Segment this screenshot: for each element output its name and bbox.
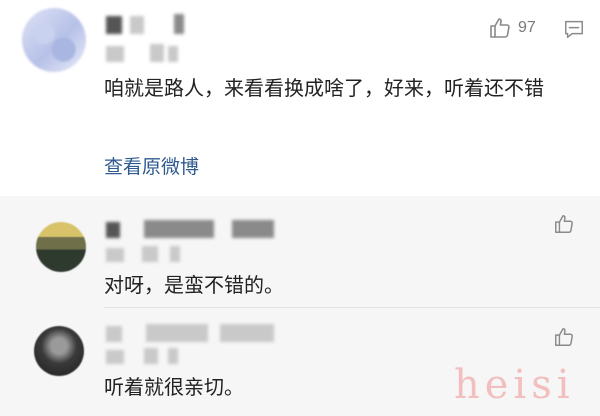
main-comment: 97 咱就是路人，来看看换成啥了，好来，听着还不错 查看原微博: [0, 0, 600, 196]
meta-blurred: [168, 46, 178, 62]
username-blurred: [146, 324, 208, 342]
thumbs-up-icon: [488, 16, 512, 40]
meta-blurred: [144, 348, 158, 364]
divider: [104, 307, 600, 308]
username-blurred: [232, 220, 274, 238]
username-blurred: [220, 324, 274, 342]
meta-blurred: [168, 348, 178, 364]
avatar[interactable]: [22, 8, 86, 72]
reply-text: 听着就很亲切。: [104, 375, 244, 399]
avatar[interactable]: [34, 326, 84, 376]
meta-blurred: [170, 246, 180, 262]
thumbs-up-icon[interactable]: [553, 213, 575, 235]
meta-blurred: [106, 248, 124, 262]
like-count: 97: [518, 19, 536, 36]
username-blurred[interactable]: [106, 326, 122, 342]
meta-blurred: [106, 46, 124, 62]
view-original-weibo-link[interactable]: 查看原微博: [104, 152, 199, 179]
username-blurred: [174, 14, 184, 34]
reply-text: 对呀，是蛮不错的。: [104, 273, 284, 297]
comment-text: 咱就是路人，来看看换成啥了，好来，听着还不错: [104, 76, 544, 100]
username-blurred: [130, 16, 144, 34]
username-blurred[interactable]: [106, 16, 122, 34]
thumbs-up-icon[interactable]: [553, 326, 575, 348]
meta-blurred: [150, 44, 164, 62]
meta-blurred: [142, 246, 158, 262]
avatar[interactable]: [36, 222, 86, 272]
username-blurred[interactable]: [106, 222, 120, 238]
username-blurred: [144, 220, 214, 238]
watermark: heisi: [454, 362, 575, 408]
like-button[interactable]: 97: [488, 16, 536, 40]
meta-blurred: [106, 350, 124, 364]
comment-icon[interactable]: [563, 18, 585, 40]
